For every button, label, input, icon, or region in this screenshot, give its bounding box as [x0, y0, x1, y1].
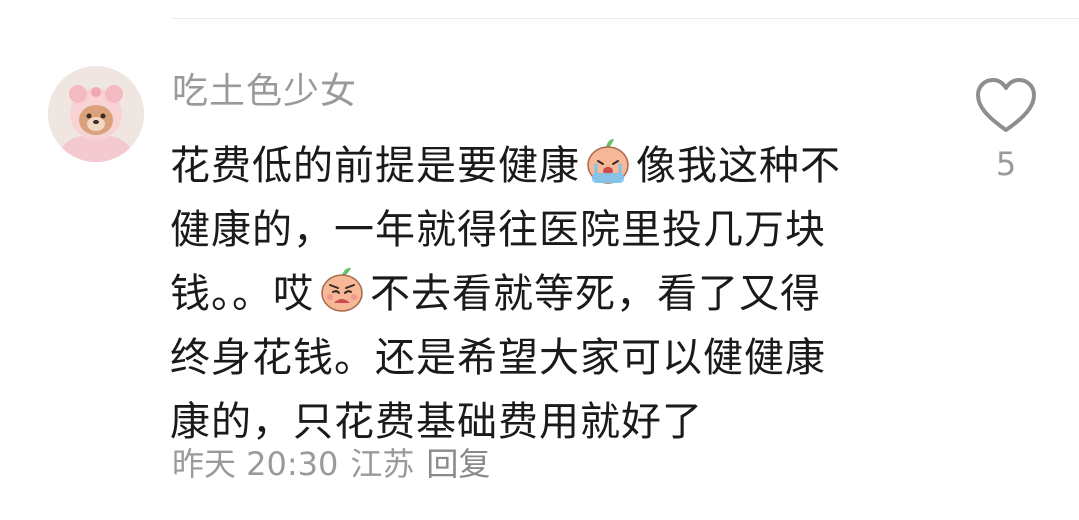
avatar[interactable] [48, 66, 144, 162]
comment-time: 昨天 20:30 [172, 445, 339, 483]
comment-meta: 昨天 20:30 江苏 回复 [172, 440, 490, 488]
comment-text-segment: 健康的，一年就得往医院里投几万块 [170, 207, 826, 253]
comment-text-segment: 花费低的前提是要健康 [170, 143, 580, 189]
crying-emoji-icon [582, 135, 634, 187]
username[interactable]: 吃土色少女 [172, 66, 357, 118]
heart-outline-icon[interactable] [974, 76, 1038, 136]
top-divider [172, 18, 1079, 19]
comment-line: 终身花钱。还是希望大家可以健健康 [170, 326, 930, 390]
like-area: 5 [970, 76, 1042, 184]
sad-emoji-icon [316, 263, 368, 315]
avatar-image [48, 66, 144, 162]
comment-line: 花费低的前提是要健康 像我这种不 [170, 134, 930, 198]
comment-line: 钱。。哎 不去看就等死，看了又得 [170, 262, 930, 326]
comment-text-segment: 不去看就等死，看了又得 [370, 271, 821, 317]
like-count: 5 [995, 145, 1017, 183]
comment-text: 花费低的前提是要健康 像我这种不 健康的，一年就得往医院里投几万块 钱。。哎 不… [170, 134, 930, 454]
comment-line: 健康的，一年就得往医院里投几万块 [170, 198, 930, 262]
comment-location: 江苏 [350, 445, 415, 483]
comment-text-segment: 钱。。哎 [170, 271, 314, 317]
comment-text-segment: 像我这种不 [636, 143, 841, 189]
reply-button[interactable]: 回复 [426, 440, 490, 488]
comment-text-segment: 终身花钱。还是希望大家可以健健康 [170, 335, 826, 381]
comment-text-segment: 康的，只花费基础费用就好了 [170, 399, 703, 445]
